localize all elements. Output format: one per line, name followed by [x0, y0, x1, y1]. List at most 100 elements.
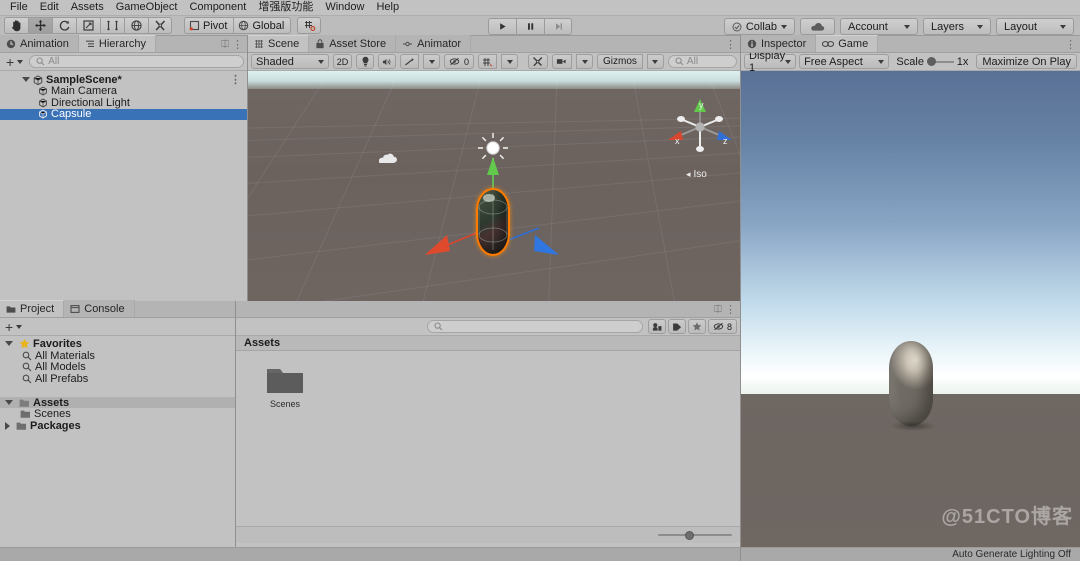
- menu-item-file[interactable]: File: [4, 0, 34, 15]
- shading-mode-dropdown[interactable]: Shaded: [251, 54, 329, 69]
- menu-item-window[interactable]: Window: [319, 0, 370, 15]
- 2d-toggle-button[interactable]: 2D: [333, 54, 352, 69]
- search-icon: [22, 374, 32, 384]
- project-add-button[interactable]: +: [3, 320, 23, 334]
- tab-project[interactable]: Project: [0, 300, 65, 317]
- project-tree-scenes[interactable]: Scenes: [0, 408, 235, 420]
- gizmos-dropdown[interactable]: [646, 54, 664, 69]
- move-tool-button[interactable]: [28, 17, 52, 34]
- display-dropdown[interactable]: Display 1: [744, 50, 797, 74]
- hierarchy-item-directional-light[interactable]: Directional Light: [0, 97, 247, 109]
- project-tree-all-models[interactable]: All Models: [0, 361, 235, 373]
- tab-asset-store[interactable]: Asset Store: [309, 35, 397, 52]
- menu-item-assets[interactable]: Assets: [65, 0, 110, 15]
- asset-grid[interactable]: Scenes: [236, 351, 740, 526]
- hierarchy-add-button[interactable]: +: [3, 54, 26, 69]
- game-scale-knob[interactable]: [926, 57, 936, 66]
- play-button[interactable]: [488, 18, 516, 35]
- global-toggle-button[interactable]: Global: [233, 17, 292, 34]
- tab-animation[interactable]: Animation: [0, 35, 79, 52]
- aspect-label: Free Aspect: [804, 55, 863, 68]
- cloud-button[interactable]: [800, 18, 835, 35]
- collab-button[interactable]: Collab: [723, 18, 795, 35]
- asset-item-scenes[interactable]: Scenes: [254, 365, 316, 409]
- menu-item-gameobject[interactable]: GameObject: [110, 0, 184, 15]
- scene-projection-mode[interactable]: ◂ Iso: [686, 169, 707, 180]
- hierarchy-item-main-camera[interactable]: Main Camera: [0, 85, 247, 97]
- lock-icon[interactable]: ⎅: [221, 39, 229, 50]
- aspect-dropdown[interactable]: Free Aspect: [799, 54, 890, 69]
- scene-lighting-toggle[interactable]: [356, 54, 374, 69]
- asset-visibility-count[interactable]: 8: [707, 319, 737, 334]
- asset-favorite-button[interactable]: [687, 319, 706, 334]
- rect-tool-button[interactable]: [100, 17, 124, 34]
- project-tree-assets[interactable]: Assets: [0, 397, 235, 409]
- step-button[interactable]: [544, 18, 572, 35]
- asset-filter-type-button[interactable]: [647, 319, 666, 334]
- chevron-down-icon[interactable]: [22, 77, 30, 83]
- scene-viewport[interactable]: x y z ◂ Iso: [248, 71, 740, 301]
- chevron-right-icon[interactable]: [5, 421, 10, 430]
- hierarchy-item-capsule[interactable]: Capsule: [0, 108, 247, 121]
- tab-console[interactable]: Console: [64, 300, 135, 317]
- game-scale-slider[interactable]: [926, 56, 954, 68]
- grid-snap-button[interactable]: [297, 17, 322, 34]
- menu-item-enhanced-features[interactable]: 增强版功能: [252, 0, 319, 15]
- scene-audio-toggle[interactable]: [378, 54, 396, 69]
- layout-button[interactable]: Layout: [996, 18, 1074, 35]
- asset-zoom-slider[interactable]: [658, 529, 732, 541]
- scale-tool-button[interactable]: [76, 17, 100, 34]
- tab-hierarchy[interactable]: Hierarchy: [78, 35, 156, 52]
- project-tree-packages[interactable]: Packages: [0, 420, 235, 432]
- game-menu-icon[interactable]: ⋮: [1065, 38, 1076, 51]
- custom-tool-button[interactable]: [148, 17, 172, 34]
- scene-camera-button[interactable]: [552, 54, 573, 69]
- tab-inspector[interactable]: Inspector: [741, 35, 817, 52]
- tab-animator[interactable]: Animator: [396, 35, 472, 52]
- layers-button[interactable]: Layers: [923, 18, 991, 35]
- scene-fx-dropdown[interactable]: [423, 54, 440, 69]
- tab-project-label: Project: [20, 303, 55, 315]
- lock-icon[interactable]: ⎅: [714, 304, 722, 315]
- gizmos-button[interactable]: Gizmos: [597, 54, 643, 69]
- hierarchy-search-input[interactable]: All: [29, 55, 244, 68]
- hierarchy-search-placeholder: All: [48, 56, 60, 67]
- account-button[interactable]: Account: [840, 18, 918, 35]
- scene-menu-icon[interactable]: ⋮: [230, 73, 241, 86]
- asset-browser-menu-icon[interactable]: ⋮: [725, 303, 736, 316]
- menu-item-help[interactable]: Help: [370, 0, 405, 15]
- tab-game[interactable]: Game: [816, 35, 879, 52]
- project-tree-favorites[interactable]: Favorites: [0, 338, 235, 350]
- hierarchy-scene-root[interactable]: SampleScene* ⋮: [0, 74, 247, 86]
- asset-zoom-knob[interactable]: [685, 530, 695, 540]
- scene-grid-visibility-button[interactable]: [478, 54, 498, 69]
- asset-filter-label-button[interactable]: [667, 319, 686, 334]
- main-toolbar: Pivot Global Collab Account Layers Layou…: [0, 16, 1080, 36]
- asset-search-input[interactable]: [426, 320, 643, 333]
- hand-tool-button[interactable]: [4, 17, 28, 34]
- maximize-on-play-button[interactable]: Maximize On Play: [976, 54, 1077, 69]
- chevron-down-icon[interactable]: [5, 341, 13, 347]
- hierarchy-item-label: Capsule: [51, 108, 92, 121]
- scene-tools-button[interactable]: [528, 54, 549, 69]
- pivot-toggle-button[interactable]: Pivot: [184, 17, 234, 34]
- menu-item-edit[interactable]: Edit: [34, 0, 65, 15]
- scene-camera-dropdown[interactable]: [576, 54, 594, 69]
- game-viewport[interactable]: @51CTO博客: [741, 71, 1080, 549]
- scene-audio-count[interactable]: 0: [444, 54, 475, 69]
- project-tree-all-prefabs[interactable]: All Prefabs: [0, 373, 235, 385]
- hierarchy-menu-icon[interactable]: ⋮: [232, 38, 243, 51]
- pause-button[interactable]: [516, 18, 544, 35]
- game-view-panel: Inspector Game ⋮ Display 1 Free Aspect S…: [740, 35, 1080, 561]
- tab-scene[interactable]: Scene: [248, 35, 310, 52]
- chevron-down-icon[interactable]: [5, 400, 13, 406]
- rotate-tool-button[interactable]: [52, 17, 76, 34]
- scene-view-gizmo[interactable]: x y z: [665, 97, 735, 155]
- scene-fx-toggle[interactable]: [400, 54, 419, 69]
- project-tree-all-materials[interactable]: All Materials: [0, 350, 235, 362]
- transform-tool-button[interactable]: [124, 17, 148, 34]
- scene-search-input[interactable]: All: [667, 55, 737, 68]
- scene-menu-icon[interactable]: ⋮: [725, 38, 736, 51]
- menu-item-component[interactable]: Component: [183, 0, 252, 15]
- scene-grid-dropdown[interactable]: [501, 54, 519, 69]
